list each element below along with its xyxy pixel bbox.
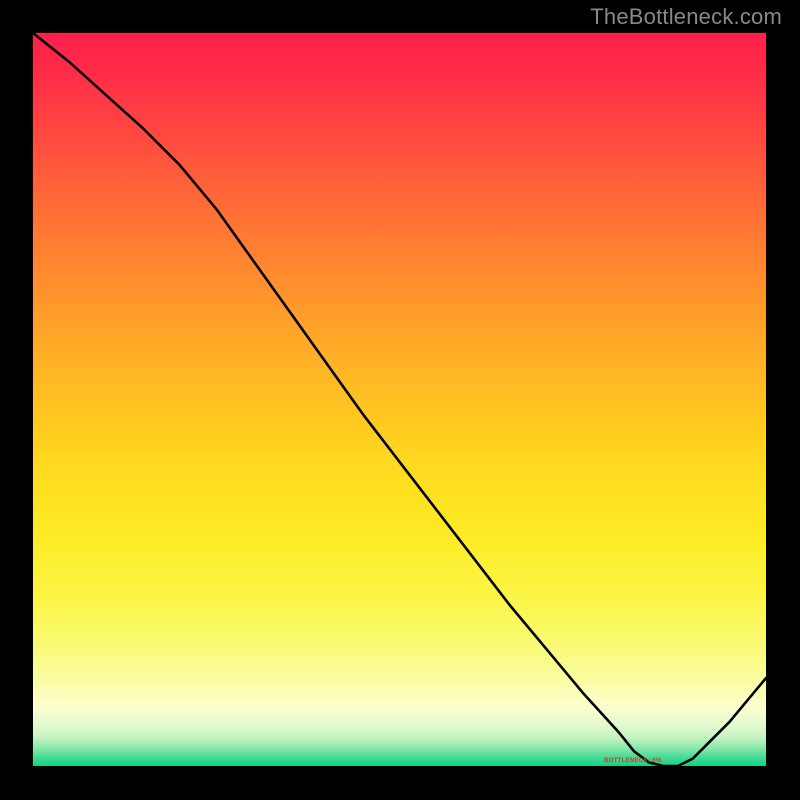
- attribution-text: TheBottleneck.com: [590, 4, 782, 30]
- curve-path: [33, 33, 766, 766]
- plot-area: BOTTLENECK: 0%: [33, 33, 766, 766]
- curve-svg: [33, 33, 766, 766]
- bottleneck-label: BOTTLENECK: 0%: [604, 758, 662, 764]
